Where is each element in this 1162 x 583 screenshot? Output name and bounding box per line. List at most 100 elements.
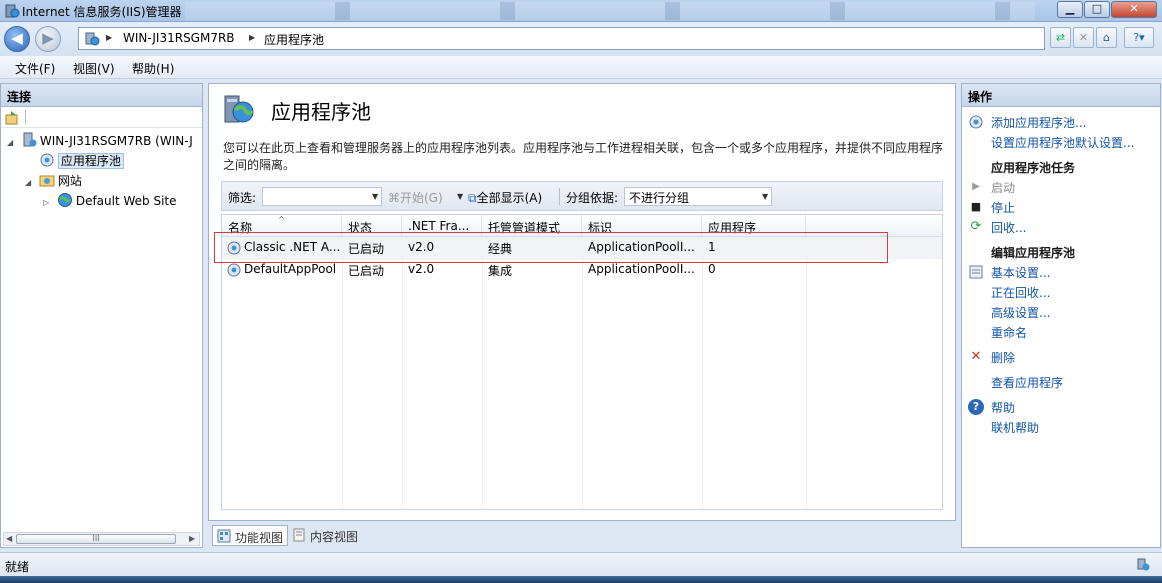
- app-pool-icon: [227, 263, 241, 277]
- tree-node-default-site[interactable]: ▷ Default Web Site: [43, 192, 177, 210]
- delete-link[interactable]: 删除: [991, 349, 1015, 366]
- add-app-pool-link[interactable]: 添加应用程序池...: [991, 114, 1086, 131]
- title-bar: Internet 信息服务(IIS)管理器 ▁ □ ✕: [0, 0, 1162, 22]
- view-tabs: 功能视图 内容视图: [212, 525, 512, 547]
- group-by-label: 分组依据:: [566, 191, 619, 205]
- column-divider: [582, 237, 583, 509]
- status-text: 就绪: [5, 560, 30, 574]
- advanced-settings-link[interactable]: 高级设置...: [991, 304, 1050, 321]
- filter-input[interactable]: [262, 187, 382, 206]
- recycle-icon: ⟳: [970, 219, 982, 234]
- set-pool-defaults-link[interactable]: 设置应用程序池默认设置...: [991, 134, 1134, 151]
- column-divider: [482, 237, 483, 509]
- globe-icon: [57, 193, 72, 207]
- tab-content-view[interactable]: 内容视图: [288, 525, 362, 546]
- breadcrumb-server[interactable]: WIN-JI31RSGM7RB: [123, 31, 235, 45]
- menu-view[interactable]: 视图(V): [73, 60, 115, 77]
- iis-app-icon: [5, 4, 20, 18]
- filter-label: 筛选:: [228, 191, 257, 205]
- maximize-button[interactable]: □: [1084, 1, 1110, 18]
- menu-bar: 文件(F) 视图(V) 帮助(H): [0, 56, 1162, 79]
- window-title: Internet 信息服务(IIS)管理器: [22, 5, 182, 19]
- column-divider: [342, 237, 343, 509]
- recycle-link[interactable]: 回收...: [991, 219, 1026, 236]
- close-button[interactable]: ✕: [1111, 1, 1157, 18]
- navigation-bar: ◀ ▶ ▶ WIN-JI31RSGM7RB ▶ 应用程序池 ⇄ ✕ ⌂ ?▾: [0, 22, 1162, 56]
- start-filter-button[interactable]: ⌘开始(G): [388, 189, 443, 206]
- back-button[interactable]: ◀: [4, 26, 30, 52]
- page-description: 您可以在此页上查看和管理服务器上的应用程序池列表。应用程序池与工作进程相关联，包…: [223, 141, 944, 172]
- sites-folder-icon: [39, 175, 55, 187]
- show-all-button[interactable]: ⧉全部显示(A): [468, 189, 542, 206]
- group-dropdown-icon[interactable]: ▼: [762, 192, 768, 201]
- group-by-select[interactable]: 不进行分组: [624, 187, 772, 206]
- server-icon: [23, 132, 37, 147]
- expand-icon[interactable]: ▷: [43, 194, 53, 212]
- scroll-left-icon[interactable]: ◀: [6, 533, 12, 545]
- menu-help[interactable]: 帮助(H): [132, 60, 174, 77]
- show-all-icon: ⧉: [468, 191, 477, 205]
- page-title: 应用程序池: [271, 100, 371, 124]
- stop-link[interactable]: 停止: [991, 199, 1015, 216]
- breadcrumb-separator-icon: ▶: [249, 33, 256, 42]
- tree-node-sites[interactable]: ◢ 网站: [25, 172, 82, 190]
- network-status-icon: [1137, 558, 1150, 571]
- arrow-right-icon: ▶: [42, 29, 54, 47]
- tree-horizontal-scrollbar[interactable]: ◀ III ▶: [3, 532, 200, 546]
- content-view-icon: [293, 528, 305, 542]
- start-dropdown-icon[interactable]: ▼: [457, 192, 463, 201]
- tree-node-app-pools[interactable]: 应用程序池: [25, 152, 124, 170]
- help-link[interactable]: 帮助: [991, 399, 1015, 416]
- expand-collapse-icon[interactable]: ◢: [25, 174, 35, 192]
- scroll-right-icon[interactable]: ▶: [189, 533, 195, 545]
- actions-panel: 操作 添加应用程序池... 设置应用程序池默认设置... 应用程序池任务 ▶ 启…: [961, 83, 1161, 548]
- tree-node-server[interactable]: ◢ WIN-JI31RSGM7RB (WIN-J: [7, 132, 193, 150]
- column-divider: [702, 237, 703, 509]
- online-help-link[interactable]: 联机帮助: [991, 419, 1039, 436]
- breadcrumb-separator-icon: ▶: [106, 33, 113, 42]
- start-link[interactable]: 启动: [991, 179, 1015, 196]
- toolbar-divider: [559, 188, 560, 205]
- tab-features-view[interactable]: 功能视图: [212, 525, 289, 546]
- home-icon[interactable]: ⌂: [1096, 27, 1117, 48]
- connections-header: 连接: [1, 84, 202, 107]
- start-icon: ▶: [972, 181, 980, 192]
- column-divider: [806, 237, 807, 509]
- forward-button[interactable]: ▶: [35, 26, 61, 52]
- recycling-settings-link[interactable]: 正在回收...: [991, 284, 1050, 301]
- basic-settings-icon: [969, 265, 983, 279]
- app-pools-feature-panel: 应用程序池 您可以在此页上查看和管理服务器上的应用程序池列表。应用程序池与工作进…: [208, 83, 956, 521]
- rename-link[interactable]: 重命名: [991, 324, 1027, 341]
- help-dropdown-icon[interactable]: ?▾: [1124, 27, 1154, 48]
- taskbar: [0, 576, 1162, 583]
- connections-panel: 连接 ◢ WIN-JI31RSGM7RB (WIN-J 应用程序池 ◢ 网站 ▷…: [0, 83, 203, 548]
- stop-icon: ■: [970, 200, 982, 213]
- filter-toolbar: 筛选: ▼ ⌘开始(G) ▼ ⧉全部显示(A) 分组依据: 不进行分组 ▼: [221, 181, 943, 211]
- basic-settings-link[interactable]: 基本设置...: [991, 264, 1050, 281]
- toolbar-divider: [25, 110, 26, 124]
- background-window-strip: [185, 2, 1035, 20]
- address-bar[interactable]: ▶ WIN-JI31RSGM7RB ▶ 应用程序池: [78, 27, 1045, 50]
- pool-tasks-heading: 应用程序池任务: [991, 161, 1076, 175]
- refresh-icon[interactable]: ⇄: [1050, 27, 1071, 48]
- actions-header: 操作: [962, 84, 1160, 107]
- stop-icon[interactable]: ✕: [1073, 27, 1094, 48]
- edit-pool-heading: 编辑应用程序池: [991, 246, 1076, 260]
- view-applications-link[interactable]: 查看应用程序: [991, 374, 1063, 391]
- scroll-thumb[interactable]: III: [16, 534, 176, 544]
- features-view-icon: [217, 529, 231, 543]
- binoculars-icon: ⌘: [388, 191, 400, 205]
- help-icon: ?: [968, 399, 984, 415]
- add-app-pool-icon: [969, 115, 983, 129]
- app-pool-icon: [40, 153, 54, 167]
- status-bar: 就绪: [0, 552, 1162, 576]
- connect-icon[interactable]: [5, 110, 20, 125]
- delete-icon: ✕: [970, 349, 982, 364]
- filter-dropdown-icon[interactable]: ▼: [372, 192, 378, 201]
- breadcrumb-app-pools[interactable]: 应用程序池: [264, 31, 324, 48]
- app-pool-page-icon: [224, 95, 254, 123]
- connections-toolbar: [1, 108, 202, 128]
- minimize-button[interactable]: ▁: [1057, 1, 1083, 18]
- menu-file[interactable]: 文件(F): [15, 60, 55, 77]
- expand-collapse-icon[interactable]: ◢: [7, 134, 17, 152]
